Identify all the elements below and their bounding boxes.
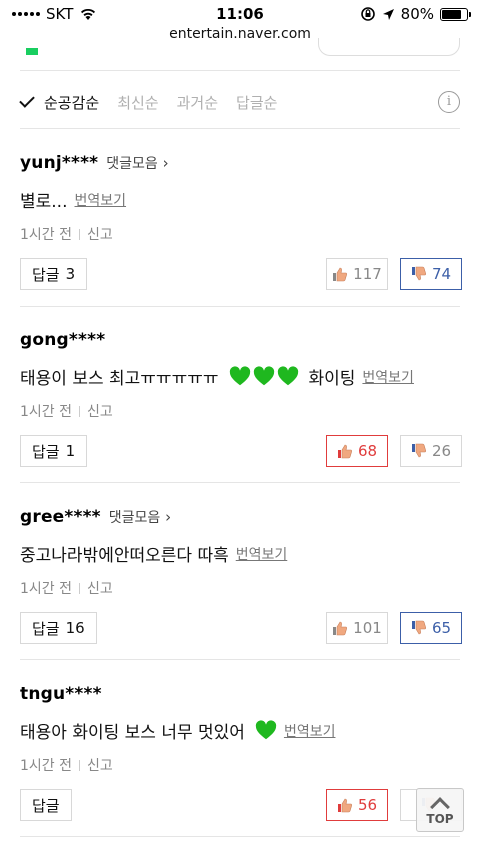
comment-time: 1시간 전: [20, 404, 72, 420]
green-hearts: [229, 365, 299, 388]
green-heart-icon: [253, 365, 274, 385]
thumbs-up-icon: [333, 267, 348, 282]
comment-username[interactable]: gong****: [20, 330, 105, 350]
reply-button[interactable]: 답글: [20, 789, 72, 821]
location-icon: [382, 8, 394, 20]
comment-time: 1시간 전: [20, 227, 72, 243]
signal-icon: [12, 12, 40, 16]
like-count: 101: [353, 619, 382, 637]
dislike-button[interactable]: 74: [400, 258, 462, 290]
thumbs-down-icon: [411, 443, 426, 458]
translate-link[interactable]: 번역보기: [75, 190, 127, 210]
divider: [20, 659, 460, 660]
battery-percent: 80%: [400, 5, 434, 23]
thumbs-up-icon: [337, 444, 352, 459]
comment-item: yunj**** 댓글모음 별로... 번역보기 1시간 전 신고 답글3 11…: [20, 153, 462, 290]
sort-newest[interactable]: 최신순: [117, 92, 158, 113]
green-hearts: [255, 719, 277, 742]
thumbs-up-icon: [333, 621, 348, 636]
translate-link[interactable]: 번역보기: [236, 544, 288, 564]
comment-time: 1시간 전: [20, 758, 72, 774]
dislike-button[interactable]: 65: [400, 612, 462, 644]
comment-collection-link[interactable]: 댓글모음: [109, 507, 171, 527]
like-count: 56: [357, 796, 378, 814]
carrier-label: SKT: [46, 5, 74, 23]
comment-username[interactable]: gree****: [20, 507, 101, 527]
sort-replies[interactable]: 답글순: [236, 92, 277, 113]
comment-text: 별로...: [20, 192, 68, 212]
like-count: 117: [353, 265, 382, 283]
check-icon: [19, 92, 35, 108]
header-peek: [0, 38, 480, 62]
sort-oldest[interactable]: 과거순: [177, 92, 218, 113]
divider: [20, 836, 460, 837]
thumbs-down-icon: [411, 620, 426, 635]
like-button[interactable]: 56: [326, 789, 388, 821]
dislike-count: 65: [431, 619, 452, 637]
reply-button[interactable]: 답글 1: [20, 435, 88, 467]
reply-button[interactable]: 답글 16: [20, 612, 97, 644]
thumbs-down-icon: [411, 266, 426, 281]
comment-text: 중고나라밖에안떠오른다 따흑: [20, 546, 229, 566]
meta-separator: [79, 228, 80, 240]
like-button[interactable]: 101: [326, 612, 388, 644]
comment-text: 태용이 보스 최고ㅠㅠㅠㅠㅠ: [20, 369, 219, 389]
comment-item: tngu**** 태용아 화이팅 보스 너무 멋있어 번역보기 1시간 전 신고…: [20, 684, 462, 821]
thumbs-up-icon: [337, 798, 352, 813]
dislike-count: 74: [431, 265, 452, 283]
report-link[interactable]: 신고: [87, 224, 113, 244]
translate-link[interactable]: 번역보기: [284, 721, 336, 741]
header-button[interactable]: [318, 38, 460, 56]
status-left: SKT: [12, 5, 97, 23]
sort-bar: 순공감순 최신순 과거순 답글순 i: [19, 84, 460, 120]
green-heart-icon: [229, 365, 250, 385]
status-bar: SKT 11:06 80%: [0, 0, 480, 28]
comment-username[interactable]: yunj****: [20, 153, 98, 173]
orientation-lock-icon: [360, 7, 375, 21]
divider: [20, 128, 460, 129]
wifi-icon: [81, 8, 96, 20]
meta-separator: [79, 405, 80, 417]
like-count: 68: [357, 442, 378, 460]
divider: [20, 306, 460, 307]
status-right: 80%: [360, 5, 471, 23]
comment-username[interactable]: tngu****: [20, 684, 102, 704]
report-link[interactable]: 신고: [87, 755, 113, 775]
info-icon[interactable]: i: [438, 91, 460, 113]
like-button[interactable]: 117: [326, 258, 388, 290]
comment-collection-link[interactable]: 댓글모음: [106, 153, 168, 173]
dislike-button[interactable]: 26: [400, 435, 462, 467]
meta-separator: [79, 759, 80, 771]
sort-sympathy[interactable]: 순공감순: [19, 92, 99, 113]
like-button[interactable]: 68: [326, 435, 388, 467]
battery-icon: [440, 7, 471, 21]
report-link[interactable]: 신고: [87, 578, 113, 598]
comment-time: 1시간 전: [20, 581, 72, 597]
comment-item: gree**** 댓글모음 중고나라밖에안떠오른다 따흑 번역보기 1시간 전 …: [20, 507, 462, 644]
meta-separator: [79, 582, 80, 594]
divider: [20, 70, 460, 71]
comment-text: 태용아 화이팅 보스 너무 멋있어: [20, 723, 245, 743]
scroll-top-button[interactable]: TOP: [416, 788, 464, 832]
divider: [20, 482, 460, 483]
dislike-count: 26: [431, 442, 452, 460]
green-heart-icon: [277, 365, 298, 385]
reply-button[interactable]: 답글 3: [20, 258, 88, 290]
translate-link[interactable]: 번역보기: [362, 367, 414, 387]
naver-logo: [26, 48, 38, 55]
comment-text-after: 화이팅: [308, 369, 356, 389]
green-heart-icon: [255, 719, 277, 739]
comment-item: gong**** 태용이 보스 최고ㅠㅠㅠㅠㅠ 화이팅 번역보기 1시간 전 신…: [20, 330, 462, 467]
report-link[interactable]: 신고: [87, 401, 113, 421]
